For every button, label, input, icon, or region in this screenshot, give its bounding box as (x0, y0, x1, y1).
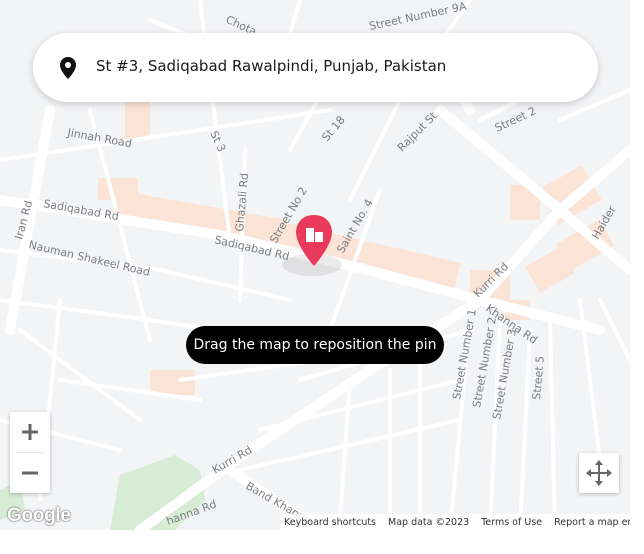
zoom-out-button[interactable] (10, 453, 50, 493)
move-arrows-icon (586, 460, 612, 486)
terms-link[interactable]: Terms of Use (481, 517, 542, 528)
map-attribution-bar: Keyboard shortcuts Map data ©2023 Terms … (280, 514, 630, 530)
keyboard-shortcuts-link[interactable]: Keyboard shortcuts (284, 517, 376, 528)
address-search-bar[interactable]: St #3, Sadiqabad Rawalpindi, Punjab, Pak… (33, 33, 598, 102)
zoom-in-button[interactable] (10, 412, 50, 452)
address-text[interactable]: St #3, Sadiqabad Rawalpindi, Punjab, Pak… (96, 57, 446, 75)
location-pin-icon (60, 57, 76, 79)
map-data-text: Map data ©2023 (388, 516, 470, 528)
map-canvas[interactable]: Chota Street Number 9A Jinnah Road St 3 … (0, 0, 630, 530)
plus-icon (22, 424, 38, 440)
zoom-control (10, 412, 50, 493)
google-logo: Google (7, 505, 71, 526)
drag-hint-toast: Drag the map to reposition the pin (186, 326, 444, 364)
report-error-link[interactable]: Report a map error (554, 517, 630, 528)
minus-icon (22, 471, 38, 475)
pan-control-button[interactable] (579, 453, 619, 493)
